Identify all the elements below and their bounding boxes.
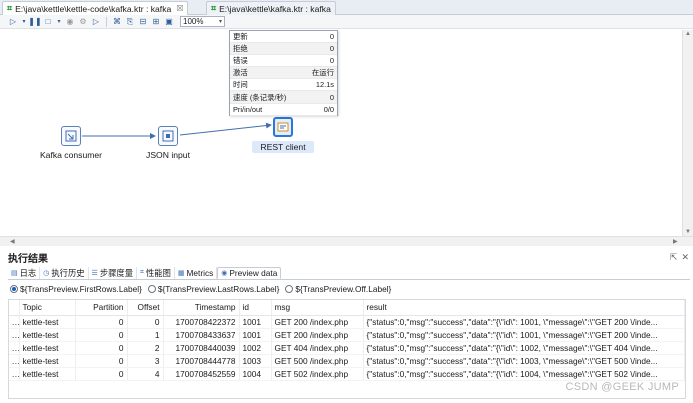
tab-log[interactable]: ▤ 日志 xyxy=(8,267,41,279)
column-header[interactable]: result xyxy=(363,300,685,316)
kafka-consumer-icon xyxy=(61,126,81,146)
stop-icon[interactable]: □ xyxy=(43,17,53,27)
step-rest-client[interactable]: REST client xyxy=(252,117,314,153)
radio-indicator xyxy=(147,285,156,293)
radio-indicator xyxy=(285,285,294,293)
scroll-left-icon[interactable]: ◀ xyxy=(10,238,15,245)
verify-icon[interactable]: ⌘ xyxy=(112,17,122,27)
tab-history[interactable]: ◷ 执行历史 xyxy=(40,267,89,279)
table-header-row: Topic Partition Offset Timestamp id msg … xyxy=(9,300,685,316)
explore-db-icon[interactable]: ⊞ xyxy=(151,17,161,27)
show-results-icon[interactable]: ▣ xyxy=(164,17,174,27)
column-header[interactable]: Topic xyxy=(19,300,76,316)
column-header[interactable]: Timestamp xyxy=(163,300,240,316)
column-header[interactable]: Partition xyxy=(75,300,128,316)
tab-kafka-code-ktr[interactable]: ⌗ E:\java\kettle\kettle-code\kafka.ktr :… xyxy=(2,1,189,15)
transformation-toolbar: ▷ ▾ ❚❚ □ ▾ ◉ ⚙ ▷ ⌘ ⎘ ⊟ ⊞ ▣ 100% ▾ xyxy=(0,15,693,29)
history-icon: ◷ xyxy=(43,270,50,277)
canvas-vertical-scrollbar[interactable]: ▲ ▼ xyxy=(682,30,693,236)
step-kafka-consumer[interactable]: Kafka consumer xyxy=(36,126,106,160)
zoom-select[interactable]: 100% ▾ xyxy=(180,16,225,27)
step-label: JSON input xyxy=(146,150,190,160)
metric-row: 激活 在运行 xyxy=(230,67,337,80)
log-icon: ▤ xyxy=(11,270,18,277)
preview-mode-radios: ${TransPreview.FirstRows.Label} ${TransP… xyxy=(10,283,391,295)
maximize-icon[interactable]: ⇱ xyxy=(670,252,678,263)
tab-label: E:\java\kettle\kafka.ktr : kafka xyxy=(219,3,331,14)
column-header[interactable]: msg xyxy=(271,300,364,316)
table-row[interactable]: .. kettle-test 03 1700708444778 1003 GET 5… xyxy=(9,354,685,368)
tab-step-metrics[interactable]: ☰ 步骤度量 xyxy=(89,267,138,279)
radio-first-rows[interactable]: ${TransPreview.FirstRows.Label} xyxy=(10,284,142,294)
run-icon[interactable]: ▷ xyxy=(8,17,18,27)
performance-chart-icon: ⌗ xyxy=(140,269,144,276)
step-json-input[interactable]: JSON input xyxy=(133,126,203,160)
results-panel-header: 执行结果 ⇱ ✕ xyxy=(0,248,693,266)
scroll-down-icon[interactable]: ▼ xyxy=(685,229,691,235)
chevron-down-icon: ▾ xyxy=(218,19,222,25)
metric-row: 速度 (条记录/秒) 0 xyxy=(230,91,337,104)
tab-label: E:\java\kettle\kettle-code\kafka.ktr : k… xyxy=(15,3,172,14)
tab-metrics[interactable]: ▦ Metrics xyxy=(175,267,218,279)
metric-row: 错误 0 xyxy=(230,55,337,68)
metric-row: Pri/in/out 0/0 xyxy=(230,104,337,116)
column-header[interactable]: Offset xyxy=(127,300,164,316)
scroll-right-icon[interactable]: ▶ xyxy=(673,238,678,245)
column-header[interactable] xyxy=(9,300,20,316)
tab-performance[interactable]: ⌗ 性能图 xyxy=(137,267,175,279)
tab-kafka-ktr[interactable]: ⌗ E:\java\kettle\kafka.ktr : kafka xyxy=(206,1,336,15)
chevron-down-icon[interactable]: ▾ xyxy=(21,17,27,27)
metric-row: 时间 12.1s xyxy=(230,79,337,92)
table-row[interactable]: .. kettle-test 02 1700708440039 1002 GET 4… xyxy=(9,341,685,355)
preview-data-icon: ◉ xyxy=(221,270,228,277)
radio-last-rows[interactable]: ${TransPreview.LastRows.Label} xyxy=(147,284,279,294)
metric-row: 更新 0 xyxy=(230,31,337,44)
column-header[interactable]: id xyxy=(239,300,272,316)
step-label: REST client xyxy=(252,141,314,153)
chevron-down-icon[interactable]: ▾ xyxy=(56,17,62,27)
table-row[interactable]: .. kettle-test 00 1700708422372 1001 GET 2… xyxy=(9,315,685,329)
metrics-icon: ▦ xyxy=(177,270,185,277)
zoom-value: 100% xyxy=(183,17,204,26)
tab-preview-data[interactable]: ◉ Preview data xyxy=(217,267,282,279)
results-subtabs: ▤ 日志 ◷ 执行历史 ☰ 步骤度量 ⌗ 性能图 ▦ Metrics ◉ Preview d… xyxy=(8,267,690,280)
table-row[interactable]: .. kettle-test 01 1700708433637 1001 GET 2… xyxy=(9,328,685,342)
editor-tab-bar: ⌗ E:\java\kettle\kettle-code\kafka.ktr :… xyxy=(0,0,693,15)
pause-icon[interactable]: ❚❚ xyxy=(28,17,41,27)
json-input-icon xyxy=(158,126,178,146)
radio-indicator xyxy=(10,285,18,293)
table-row[interactable]: .. kettle-test 04 1700708452559 1004 GET 5… xyxy=(9,367,685,381)
radio-off[interactable]: ${TransPreview.Off.Label} xyxy=(285,284,391,294)
transformation-canvas[interactable]: Kafka consumer JSON input REST client xyxy=(0,30,682,236)
canvas-horizontal-scrollbar[interactable]: ◀ ▶ xyxy=(0,236,693,246)
step-metrics-icon: ☰ xyxy=(91,270,98,277)
transformation-icon: ⌗ xyxy=(7,3,13,13)
close-icon[interactable]: ✕ xyxy=(681,252,689,263)
results-title: 执行结果 xyxy=(8,253,48,265)
transformation-icon: ⌗ xyxy=(211,3,217,13)
step-label: Kafka consumer xyxy=(39,150,103,160)
step-metrics-popup: 更新 0 拒绝 0 错误 0 激活 在运行 时间 12.1s 速度 (条记录/秒) 0 Pr… xyxy=(229,30,338,116)
rest-client-icon xyxy=(273,117,293,137)
toolbar-divider xyxy=(106,16,107,27)
replay-icon[interactable]: ▷ xyxy=(91,17,101,27)
sql-icon[interactable]: ⊟ xyxy=(138,17,148,27)
metric-row: 拒绝 0 xyxy=(230,43,337,56)
scroll-up-icon[interactable]: ▲ xyxy=(685,31,691,37)
impact-icon[interactable]: ⎘ xyxy=(125,17,135,27)
close-icon[interactable]: ☒ xyxy=(176,4,183,13)
debug-icon[interactable]: ⚙ xyxy=(78,17,88,27)
preview-icon[interactable]: ◉ xyxy=(65,17,75,27)
watermark: CSDN @GEEK JUMP xyxy=(565,381,679,393)
